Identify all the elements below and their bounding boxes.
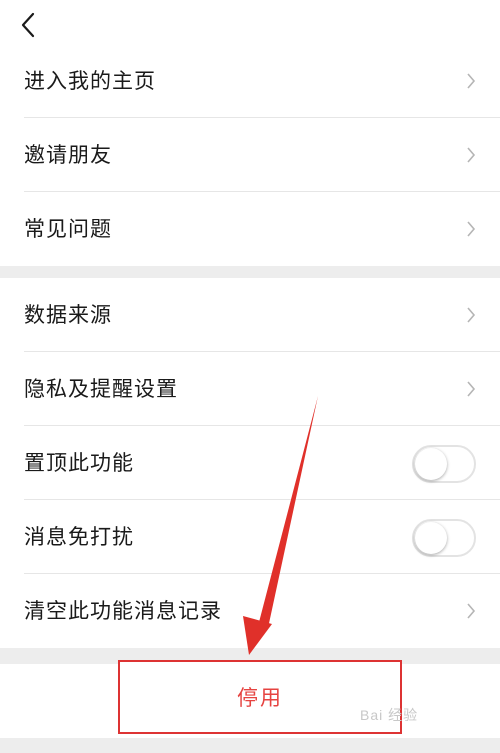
chevron-right-icon — [467, 381, 476, 397]
watermark: Bai 经验 — [360, 707, 419, 723]
stop-button-area: 停用 — [0, 660, 500, 738]
menu-item-label: 常见问题 — [24, 217, 112, 241]
settings-group-1: 进入我的主页 邀请朋友 常见问题 — [0, 44, 500, 266]
menu-item-label: 隐私及提醒设置 — [24, 377, 178, 401]
chevron-right-icon — [467, 147, 476, 163]
chevron-right-icon — [467, 307, 476, 323]
top-bar — [0, 0, 500, 44]
settings-group-2: 数据来源 隐私及提醒设置 置顶此功能 消息免打扰 清空此功能消息记录 — [0, 278, 500, 648]
toggle-knob — [415, 522, 447, 554]
menu-item-label: 数据来源 — [24, 303, 112, 327]
menu-item-my-homepage[interactable]: 进入我的主页 — [0, 44, 500, 118]
menu-item-privacy-reminder-settings[interactable]: 隐私及提醒设置 — [0, 352, 500, 426]
menu-item-data-source[interactable]: 数据来源 — [0, 278, 500, 352]
menu-item-clear-messages[interactable]: 清空此功能消息记录 — [0, 574, 500, 648]
menu-item-pin-to-top: 置顶此功能 — [0, 426, 500, 500]
menu-item-label: 进入我的主页 — [24, 69, 156, 93]
chevron-right-icon — [467, 603, 476, 619]
do-not-disturb-toggle[interactable] — [412, 519, 476, 557]
chevron-right-icon — [467, 221, 476, 237]
pin-to-top-toggle[interactable] — [412, 445, 476, 483]
menu-item-invite-friends[interactable]: 邀请朋友 — [0, 118, 500, 192]
stop-button-label: 停用 — [237, 686, 283, 710]
menu-item-label: 消息免打扰 — [24, 525, 134, 549]
menu-item-label: 置顶此功能 — [24, 451, 134, 475]
menu-item-do-not-disturb: 消息免打扰 — [0, 500, 500, 574]
chevron-right-icon — [467, 73, 476, 89]
menu-item-label: 邀请朋友 — [24, 143, 112, 167]
chevron-left-icon[interactable] — [14, 10, 44, 40]
toggle-knob — [415, 448, 447, 480]
menu-item-faq[interactable]: 常见问题 — [0, 192, 500, 266]
menu-item-label: 清空此功能消息记录 — [24, 599, 222, 623]
